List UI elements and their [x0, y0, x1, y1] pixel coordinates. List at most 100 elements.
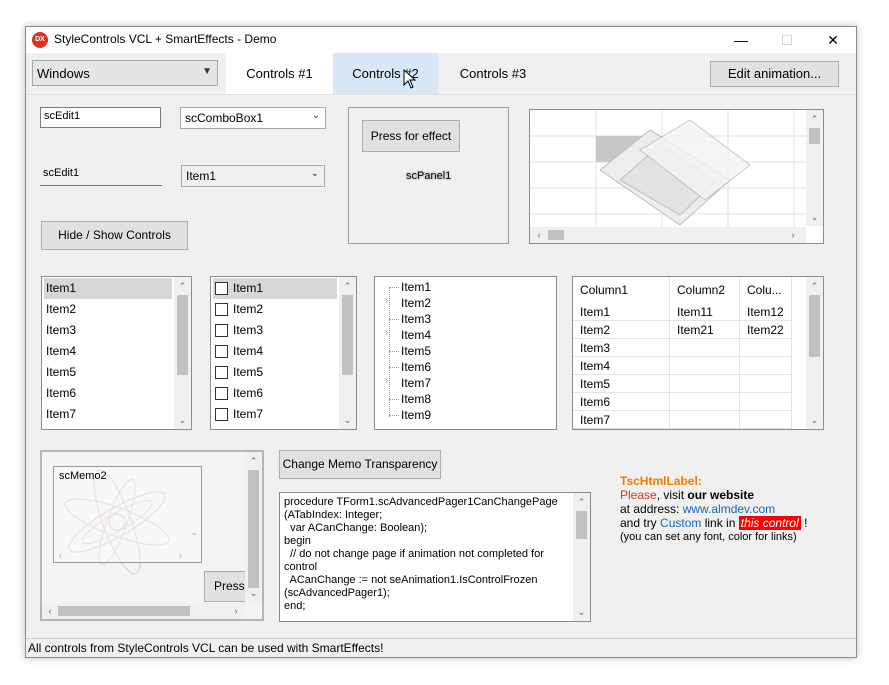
code-memo[interactable]: procedure TForm1.scAdvancedPager1CanChan…	[279, 492, 591, 622]
scroll-up-icon[interactable]: ⌃	[806, 279, 823, 293]
list-item[interactable]: Item4	[44, 341, 76, 362]
grid-cell[interactable]	[740, 339, 792, 357]
tree-node[interactable]: Item3	[375, 311, 555, 327]
chevron-right-icon[interactable]: ›	[385, 295, 388, 306]
scroll-up-icon[interactable]: ⌃	[174, 279, 191, 293]
grid-cell[interactable]: Item12	[740, 303, 792, 321]
press-button-clipped[interactable]: Press f	[204, 571, 248, 602]
edit-field-1[interactable]: scEdit1	[40, 107, 161, 128]
style-combo[interactable]: Windows ▼	[32, 60, 218, 86]
scroll-down-icon[interactable]: ⌄	[806, 413, 823, 427]
edit-field-2[interactable]: scEdit1	[40, 165, 162, 186]
scroll-down-icon[interactable]: ⌄	[339, 413, 356, 427]
check-list-item[interactable]: Item1	[211, 278, 339, 299]
check-list-item[interactable]: Item4	[211, 341, 339, 362]
grid-cell[interactable]	[740, 375, 792, 393]
checkbox[interactable]	[215, 408, 228, 421]
checkbox[interactable]	[215, 282, 228, 295]
tree-node[interactable]: Item8	[375, 391, 555, 407]
close-button[interactable]: ✕	[810, 27, 856, 53]
grid-cell[interactable]	[670, 411, 740, 429]
tree-node[interactable]: › Item2	[375, 295, 555, 311]
scroll-up-icon[interactable]: ⌃	[339, 279, 356, 293]
scroll-left-icon[interactable]: ‹	[59, 550, 62, 560]
this-control-link[interactable]: this control	[738, 516, 801, 530]
grid-cell[interactable]: Item6	[573, 393, 670, 411]
grid-cell[interactable]: Item11	[670, 303, 740, 321]
tab-controls-2[interactable]: Controls #2	[333, 53, 438, 94]
grid-header[interactable]: Column2	[670, 277, 740, 303]
grid-cell[interactable]	[740, 411, 792, 429]
grid-cell[interactable]	[670, 339, 740, 357]
list-item[interactable]: Item2	[44, 299, 76, 320]
scrollbar-thumb[interactable]	[809, 295, 820, 357]
image-horizontal-scrollbar[interactable]: ‹ ›	[530, 227, 806, 243]
checkbox[interactable]	[215, 366, 228, 379]
grid-cell[interactable]	[740, 393, 792, 411]
hide-show-controls-button[interactable]: Hide / Show Controls	[41, 221, 188, 250]
tree-node[interactable]: Item6	[375, 359, 555, 375]
combo-box-1[interactable]: scComboBox1 ⌄	[180, 107, 326, 129]
check-list-item[interactable]: Item5	[211, 362, 339, 383]
tree-view[interactable]: Item1 › Item2 Item3 › Item4 Item5 Item6 › I…	[374, 276, 557, 430]
image-vertical-scrollbar[interactable]: ⌃ ⌄	[806, 110, 823, 226]
scrollbar-thumb[interactable]	[248, 470, 259, 588]
scroll-right-icon[interactable]: ›	[229, 603, 243, 619]
grid-cell[interactable]: Item22	[740, 321, 792, 339]
chevron-right-icon[interactable]: ›	[385, 375, 388, 386]
scroll-down-icon[interactable]: ⌄	[174, 413, 191, 427]
scrollbar-thumb[interactable]	[809, 128, 820, 144]
scroll-down-icon[interactable]: ⌄	[245, 586, 262, 600]
scroll-right-icon[interactable]: ›	[786, 227, 800, 243]
list-item[interactable]: Item6	[44, 383, 76, 404]
grid-header[interactable]: Column1	[573, 277, 670, 303]
grid-cell[interactable]: Item2	[573, 321, 670, 339]
scroll-down-icon[interactable]: ⌄	[806, 210, 823, 224]
list-item[interactable]: Item7	[44, 404, 76, 425]
checkbox[interactable]	[215, 303, 228, 316]
check-list-item[interactable]: Item6	[211, 383, 339, 404]
checkbox[interactable]	[215, 324, 228, 337]
list-item[interactable]: Item1	[44, 278, 172, 299]
maximize-button[interactable]: ☐	[764, 27, 810, 53]
scroll-left-icon[interactable]: ‹	[43, 603, 57, 619]
list-vertical-scrollbar[interactable]: ⌃ ⌄	[174, 277, 191, 429]
check-list-item[interactable]: Item3	[211, 320, 339, 341]
grid-header[interactable]: Colu...	[740, 277, 792, 303]
minimize-button[interactable]: —	[718, 27, 764, 53]
code-memo-vertical-scrollbar[interactable]: ⌃ ⌄	[573, 493, 590, 621]
grid-cell[interactable]: Item5	[573, 375, 670, 393]
grid-cell[interactable]	[670, 357, 740, 375]
grid-cell[interactable]: Item3	[573, 339, 670, 357]
press-for-effect-button[interactable]: Press for effect	[362, 120, 460, 152]
memo-box-horizontal-scrollbar[interactable]: ‹ ›	[42, 603, 245, 619]
edit-animation-button[interactable]: Edit animation...	[710, 61, 839, 87]
our-website-link[interactable]: our website	[687, 488, 754, 502]
memo-scroll-box[interactable]: scMemo2 ⌄ ‹ › Press f ⌃ ⌄ ‹ ›	[40, 450, 264, 621]
checklist-vertical-scrollbar[interactable]: ⌃ ⌄	[339, 277, 356, 429]
scrollbar-thumb[interactable]	[342, 295, 353, 375]
change-memo-transparency-button[interactable]: Change Memo Transparency	[279, 450, 441, 479]
grid-cell[interactable]: Item21	[670, 321, 740, 339]
tree-node[interactable]: Item5	[375, 343, 555, 359]
tree-node[interactable]: Item1	[375, 279, 555, 295]
scroll-up-icon[interactable]: ⌃	[245, 454, 262, 468]
list-item[interactable]: Item3	[44, 320, 76, 341]
tree-node[interactable]: Item9	[375, 407, 555, 423]
check-list-item[interactable]: Item2	[211, 299, 339, 320]
scroll-right-icon[interactable]: ›	[179, 550, 182, 560]
string-grid[interactable]: Column1 Column2 Colu... Item1 Item11 Ite…	[572, 276, 824, 430]
grid-cell[interactable]	[670, 375, 740, 393]
list-box[interactable]: Item1 Item2 Item3 Item4 Item5 Item6 Item…	[41, 276, 192, 430]
grid-cell[interactable]: Item1	[573, 303, 670, 321]
scroll-up-icon[interactable]: ⌃	[573, 495, 590, 509]
memo-box-vertical-scrollbar[interactable]: ⌃ ⌄	[245, 452, 262, 602]
grid-cell[interactable]	[740, 357, 792, 375]
list-item[interactable]: Item5	[44, 362, 76, 383]
scrollbar-thumb[interactable]	[177, 295, 188, 375]
tree-node[interactable]: › Item7	[375, 375, 555, 391]
scrollbar-thumb[interactable]	[576, 511, 587, 539]
tab-controls-1[interactable]: Controls #1	[226, 53, 333, 94]
grid-cell[interactable]	[670, 393, 740, 411]
url-link[interactable]: www.almdev.com	[683, 502, 775, 516]
